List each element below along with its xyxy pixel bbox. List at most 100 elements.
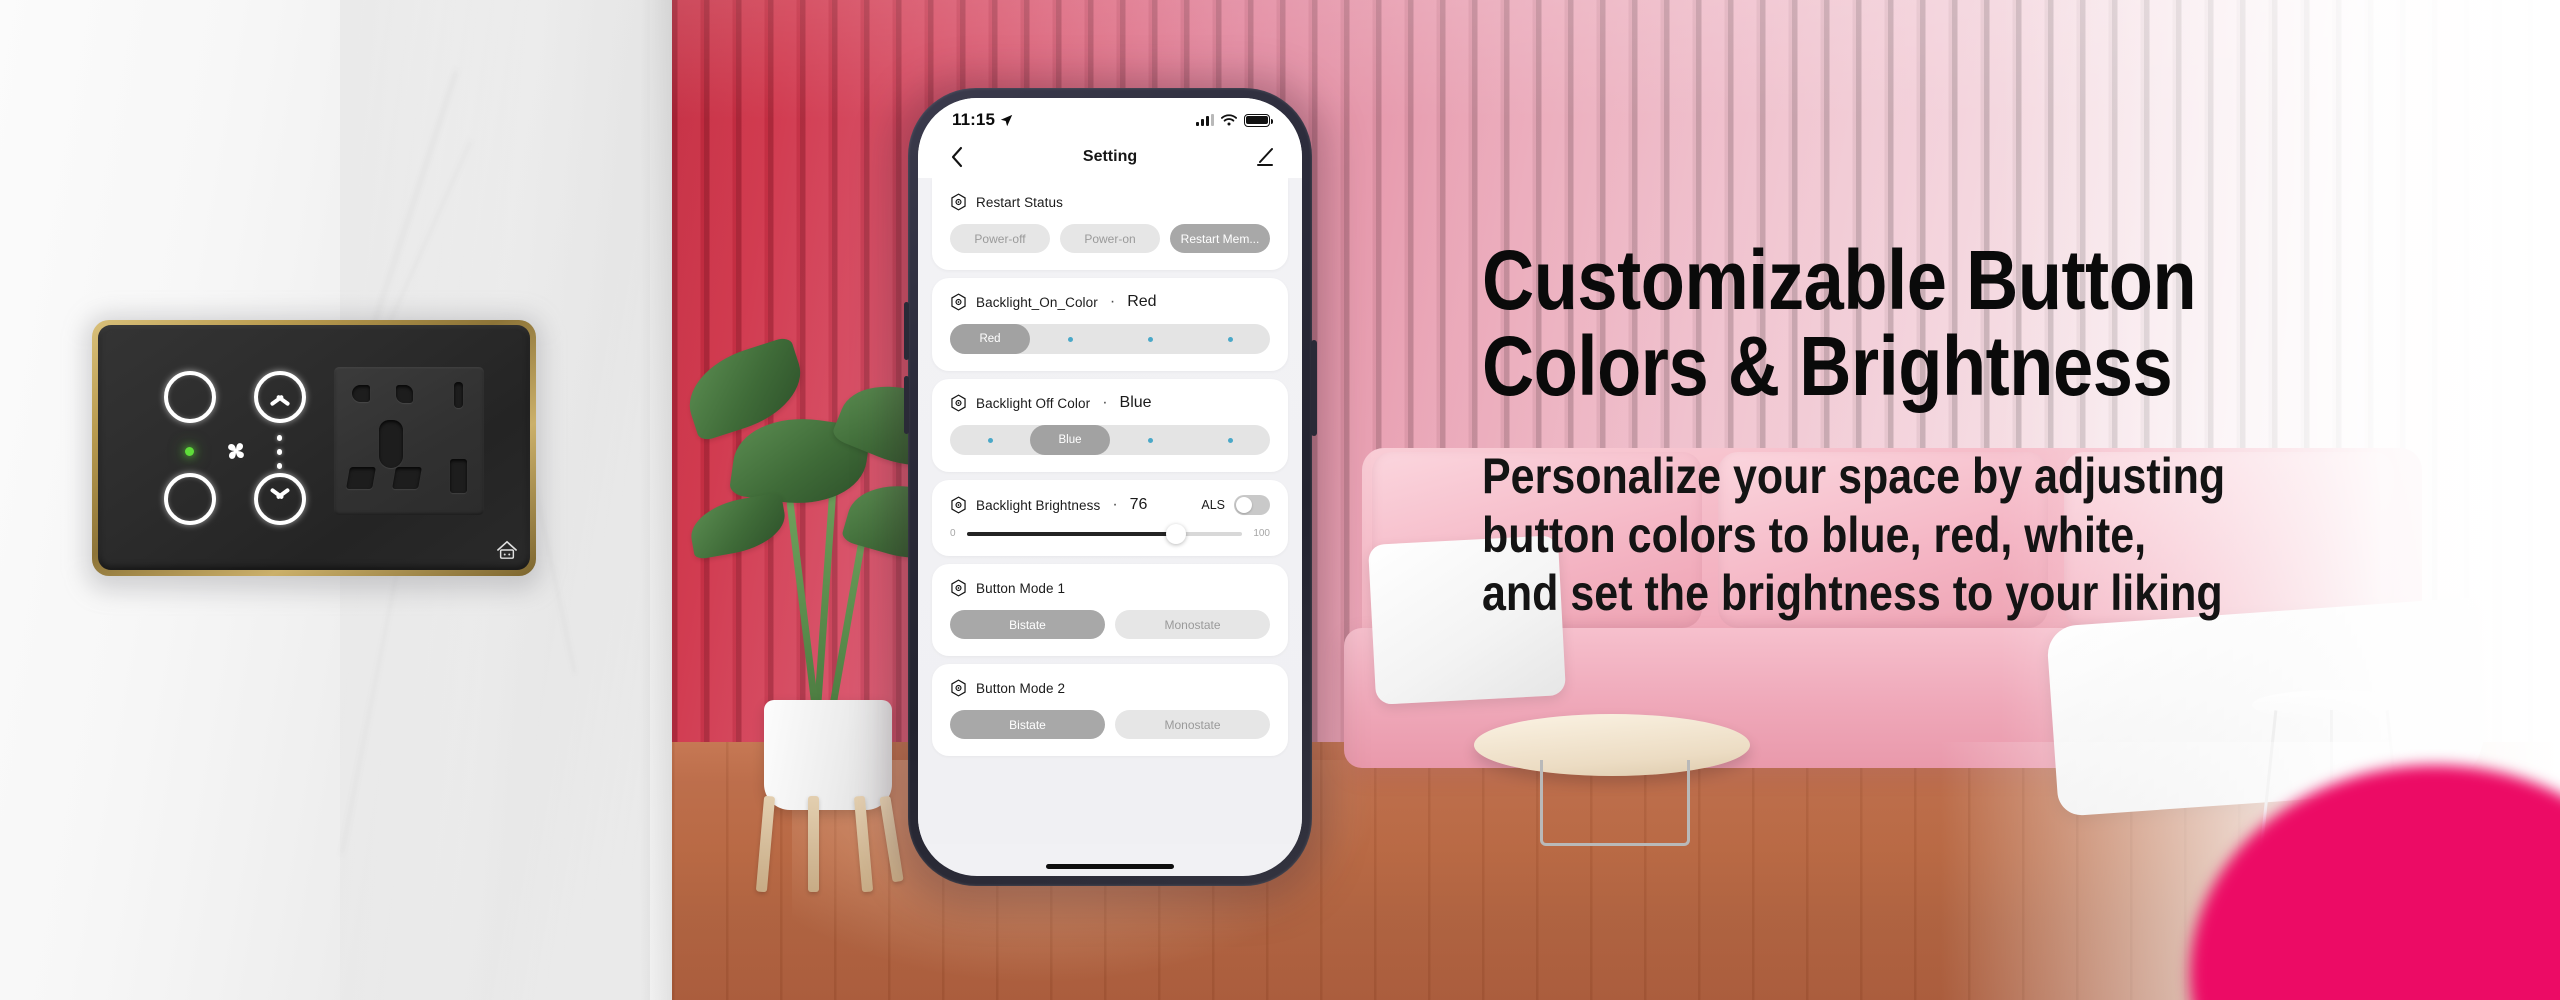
chip-bistate-1[interactable]: Bistate — [950, 610, 1105, 639]
hex-gear-icon — [951, 293, 966, 311]
card-button-mode-1: Button Mode 1 Bistate Monostate — [932, 564, 1288, 656]
hex-gear-icon — [951, 193, 966, 211]
slider-max-label: 100 — [1253, 528, 1270, 539]
segment-option-2[interactable] — [1030, 324, 1110, 354]
segmented-backlight-off-color[interactable]: Blue — [950, 425, 1270, 455]
slider-min-label: 0 — [950, 528, 956, 539]
restart-status-chips: Power-off Power-on Restart Mem... — [950, 224, 1270, 253]
chevron-down-icon — [269, 493, 291, 505]
slider-knob[interactable] — [1166, 523, 1187, 544]
coffee-table-legs — [1540, 760, 1690, 846]
segment-blue[interactable]: Blue — [1030, 425, 1110, 455]
sub-line-1: Personalize your space by adjusting — [1482, 448, 2226, 505]
panel-body — [98, 325, 530, 570]
hex-gear-icon — [951, 496, 966, 514]
card-title: Button Mode 1 — [976, 580, 1066, 596]
circle-button-bottom-left[interactable] — [164, 473, 216, 525]
chevron-up-button[interactable] — [254, 371, 306, 423]
sub-line-3: and set the brightness to your liking — [1482, 565, 2223, 622]
card-header: Button Mode 2 — [950, 679, 1270, 697]
marketing-copy: Customizable Button Colors & Brightness … — [1482, 237, 2522, 623]
card-header: Restart Status — [950, 193, 1270, 211]
status-time: 11:15 — [952, 110, 996, 129]
settings-scroll-area[interactable]: Restart Status Power-off Power-on Restar… — [918, 178, 1302, 844]
als-control: ALS — [1201, 495, 1270, 515]
card-title: Backlight_On_Color — [976, 294, 1098, 310]
card-title: Restart Status — [976, 194, 1063, 210]
segmented-backlight-on-color[interactable]: Red — [950, 324, 1270, 354]
card-header: Backlight Off Color · Blue — [950, 394, 1270, 412]
chevron-left-icon — [951, 146, 963, 168]
edit-button[interactable] — [1252, 144, 1278, 170]
volume-down-button[interactable] — [904, 376, 909, 434]
card-header: Backlight_On_Color · Red — [950, 293, 1270, 311]
plant-stand — [750, 795, 908, 896]
socket-hole — [352, 385, 370, 402]
plant-pot — [764, 700, 892, 810]
chevron-down-button[interactable] — [254, 473, 306, 525]
card-backlight-off-color: Backlight Off Color · Blue Blue — [932, 379, 1288, 472]
als-toggle[interactable] — [1234, 495, 1270, 515]
chip-monostate-1[interactable]: Monostate — [1115, 610, 1270, 639]
card-button-mode-2: Button Mode 2 Bistate Monostate — [932, 664, 1288, 756]
segment-option-4[interactable] — [1190, 425, 1270, 455]
page-title: Setting — [1082, 148, 1138, 165]
slider-fill — [966, 531, 1177, 536]
card-header: Button Mode 1 — [950, 579, 1270, 597]
subheadline: Personalize your space by adjusting butt… — [1482, 447, 2376, 623]
status-bar-left: 11:15 — [952, 110, 1013, 130]
chip-power-on[interactable]: Power-on — [1060, 224, 1160, 253]
card-restart-status: Restart Status Power-off Power-on Restar… — [932, 178, 1288, 270]
chip-monostate-2[interactable]: Monostate — [1115, 710, 1270, 739]
power-button[interactable] — [1311, 340, 1317, 436]
fan-icon — [228, 443, 244, 459]
socket-hole — [396, 385, 413, 403]
button-mode-2-chips: Bistate Monostate — [950, 710, 1270, 739]
segment-option-3[interactable] — [1110, 425, 1190, 455]
led-indicator — [185, 447, 194, 456]
segment-red[interactable]: Red — [950, 324, 1030, 354]
segment-option-3[interactable] — [1110, 324, 1190, 354]
chip-bistate-2[interactable]: Bistate — [950, 710, 1105, 739]
card-separator: · — [1102, 394, 1108, 411]
phone-mockup: 11:15 Setting Restart Status Power-off P… — [892, 78, 1328, 904]
card-backlight-on-color: Backlight_On_Color · Red Red — [932, 278, 1288, 371]
location-arrow-icon — [1000, 114, 1013, 126]
segment-dot-icon — [1227, 437, 1233, 443]
socket-hole — [379, 420, 403, 468]
volume-up-button[interactable] — [904, 302, 909, 360]
chevron-up-icon — [269, 391, 291, 403]
card-title: Button Mode 2 — [976, 680, 1066, 696]
segment-dot-icon — [1227, 336, 1233, 342]
home-indicator[interactable] — [1046, 864, 1174, 869]
card-separator: · — [1109, 293, 1116, 310]
socket-hole — [346, 467, 376, 489]
als-label: ALS — [1201, 498, 1225, 512]
phone-frame: 11:15 Setting Restart Status Power-off P… — [904, 88, 1317, 886]
segment-dot-icon — [1147, 336, 1153, 342]
home-logo-icon — [497, 540, 517, 559]
card-title: Backlight Brightness — [976, 497, 1101, 513]
back-button[interactable] — [944, 143, 972, 171]
card-header: Backlight Brightness · 76 ALS — [950, 495, 1270, 515]
nav-bar: Setting — [918, 136, 1302, 178]
brightness-slider-row: 0 100 — [950, 523, 1270, 544]
brightness-slider[interactable] — [966, 523, 1243, 544]
hex-gear-icon — [951, 579, 966, 597]
status-bar-right — [1196, 113, 1273, 127]
card-value: Blue — [1119, 394, 1152, 411]
circle-button-top-left[interactable] — [164, 371, 216, 423]
segment-option-4[interactable] — [1190, 324, 1270, 354]
hex-gear-icon — [951, 394, 966, 412]
card-title: Backlight Off Color — [976, 395, 1091, 411]
status-bar: 11:15 — [918, 98, 1302, 136]
battery-full-icon — [1244, 113, 1273, 127]
socket-hole — [450, 459, 467, 493]
button-mode-1-chips: Bistate Monostate — [950, 610, 1270, 639]
wifi-icon — [1221, 114, 1237, 126]
universal-socket[interactable] — [334, 367, 484, 515]
chip-power-off[interactable]: Power-off — [950, 224, 1050, 253]
segment-option-1[interactable] — [950, 425, 1030, 455]
card-separator: · — [1112, 496, 1118, 513]
chip-restart-memory[interactable]: Restart Mem... — [1170, 224, 1270, 253]
